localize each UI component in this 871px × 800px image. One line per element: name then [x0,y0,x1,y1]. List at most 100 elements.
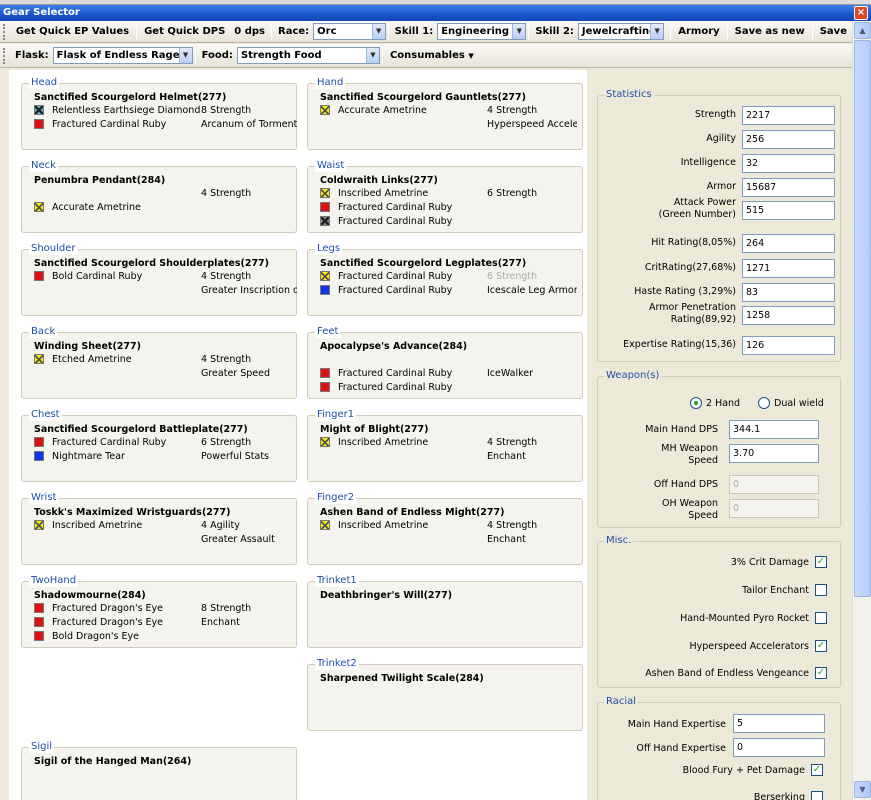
oh-speed-input[interactable]: 0 [729,499,819,518]
skill1-select[interactable]: Engineering ▼ [437,23,527,40]
red-gem-icon[interactable] [34,271,44,281]
dual-wield-radio[interactable] [758,397,770,409]
enchant-name[interactable]: Enchant [201,617,297,628]
slot-wrist[interactable]: Wrist Toskk's Maximized Wristguards(277)… [21,492,297,565]
yellow-gem-icon[interactable] [320,520,330,530]
red-gem-icon[interactable] [34,437,44,447]
slot-finger2[interactable]: Finger2 Ashen Band of Endless Might(277)… [307,492,583,565]
enchant-name[interactable]: Enchant [487,534,583,545]
item-name[interactable]: Deathbringer's Will(277) [320,590,452,601]
slot-hand[interactable]: Hand Sanctified Scourgelord Gauntlets(27… [307,77,583,150]
food-select[interactable]: Strength Food ▼ [236,47,380,64]
item-name[interactable]: Might of Blight(277) [320,424,428,435]
blue-gem-icon[interactable] [34,451,44,461]
toolbar-grip-icon[interactable] [3,23,7,40]
stat-value-input[interactable]: 83 [742,283,835,302]
enchant-name[interactable]: Powerful Stats [201,451,297,462]
item-name[interactable]: Sanctified Scourgelord Legplates(277) [320,258,526,269]
get-quick-ep-button[interactable]: Get Quick EP Values [11,24,134,40]
mh-dps-input[interactable]: 344.1 [729,420,819,439]
consumables-dropdown-button[interactable]: Consumables ▼ [385,50,479,61]
enchant-name[interactable]: 6 Strength [487,271,583,282]
toolbar-grip-icon[interactable] [3,47,7,64]
yellow-gem-icon[interactable] [34,520,44,530]
stat-value-input[interactable]: 256 [742,130,835,149]
enchant-name[interactable]: 6 Strength [201,437,297,448]
yellow-gem-icon[interactable] [34,202,44,212]
item-name[interactable]: Winding Sheet(277) [34,341,141,352]
red-gem-icon[interactable] [34,119,44,129]
item-name[interactable]: Sanctified Scourgelord Gauntlets(277) [320,92,526,103]
race-select[interactable]: Orc ▼ [313,23,386,40]
save-button[interactable]: Save [815,24,852,40]
flask-select[interactable]: Flask of Endless Rage ▼ [52,47,193,64]
two-hand-radio[interactable] [690,397,702,409]
slot-legs[interactable]: Legs Sanctified Scourgelord Legplates(27… [307,243,583,316]
red-gem-icon[interactable] [320,202,330,212]
item-name[interactable]: Coldwraith Links(277) [320,175,438,186]
red-gem-icon[interactable] [34,603,44,613]
yellow-gem-icon[interactable] [320,105,330,115]
armory-button[interactable]: Armory [673,24,724,40]
vertical-scrollbar[interactable]: ▲ ▼ [852,21,871,800]
enchant-name[interactable]: 4 Strength [201,354,297,365]
item-name[interactable]: Sanctified Scourgelord Helmet(277) [34,92,226,103]
item-name[interactable]: Shadowmourne(284) [34,590,146,601]
enchant-name[interactable]: 4 Strength [487,437,583,448]
scroll-down-button[interactable]: ▼ [854,781,871,798]
slot-trinket1[interactable]: Trinket1 Deathbringer's Will(277) [307,575,583,648]
stat-value-input[interactable]: 32 [742,154,835,173]
scrollbar-thumb[interactable] [854,40,871,597]
prismatic-gem-icon[interactable] [320,216,330,226]
misc-option-checkbox[interactable] [815,612,827,624]
misc-option-checkbox[interactable]: ✓ [815,667,827,679]
enchant-name[interactable]: 8 Strength [201,603,297,614]
item-name[interactable]: Sanctified Scourgelord Shoulderplates(27… [34,258,269,269]
enchant-name[interactable]: IceWalker [487,368,583,379]
stat-value-input[interactable]: 2217 [742,106,835,125]
enchant-name[interactable]: Enchant [487,451,583,462]
enchant-name[interactable]: Greater Inscription of the Axe [201,285,297,296]
berserking-checkbox[interactable] [811,791,823,800]
enchant-name[interactable]: 4 Strength [201,188,297,199]
stat-value-input[interactable]: 264 [742,234,835,253]
red-gem-icon[interactable] [320,382,330,392]
item-name[interactable]: Sigil of the Hanged Man(264) [34,756,191,767]
enchant-name[interactable]: 4 Strength [487,105,577,116]
yellow-gem-icon[interactable] [34,354,44,364]
stat-value-input[interactable]: 1271 [742,259,835,278]
slot-waist[interactable]: Waist Coldwraith Links(277) Inscribed Am… [307,160,583,233]
item-name[interactable]: Ashen Band of Endless Might(277) [320,507,504,518]
stat-value-input[interactable]: 515 [742,201,835,220]
misc-option-checkbox[interactable]: ✓ [815,640,827,652]
blood-fury-checkbox[interactable]: ✓ [811,764,823,776]
stat-value-input[interactable]: 126 [742,336,835,355]
slot-finger1[interactable]: Finger1 Might of Blight(277) Inscribed A… [307,409,583,482]
item-name[interactable]: Penumbra Pendant(284) [34,175,165,186]
mh-expertise-input[interactable]: 5 [733,714,825,733]
enchant-name[interactable]: Icescale Leg Armor [487,285,577,296]
slot-head[interactable]: Head Sanctified Scourgelord Helmet(277) … [21,77,297,150]
enchant-name[interactable]: Greater Speed [201,368,297,379]
enchant-name[interactable]: 4 Strength [487,520,583,531]
slot-twohand[interactable]: TwoHand Shadowmourne(284) Fractured Drag… [21,575,297,648]
stat-value-input[interactable]: 1258 [742,306,835,325]
get-quick-dps-button[interactable]: Get Quick DPS [139,24,230,40]
yellow-gem-icon[interactable] [320,188,330,198]
enchant-name[interactable]: Greater Assault [201,534,297,545]
misc-option-checkbox[interactable] [815,584,827,596]
slot-shoulder[interactable]: Shoulder Sanctified Scourgelord Shoulder… [21,243,297,316]
enchant-name[interactable]: 4 Strength [201,271,297,282]
enchant-name[interactable]: Arcanum of Torment [201,119,297,130]
red-gem-icon[interactable] [34,631,44,641]
slot-feet[interactable]: Feet Apocalypse's Advance(284) Fractured… [307,326,583,399]
enchant-name[interactable]: 4 Agility [201,520,297,531]
oh-expertise-input[interactable]: 0 [733,738,825,757]
enchant-name[interactable]: 6 Strength [487,188,583,199]
yellow-gem-icon[interactable] [320,437,330,447]
save-as-new-button[interactable]: Save as new [730,24,810,40]
skill2-select[interactable]: Jewelcrafting ▼ [577,23,665,40]
red-gem-icon[interactable] [320,368,330,378]
blue-gem-icon[interactable] [320,285,330,295]
oh-dps-input[interactable]: 0 [729,475,819,494]
